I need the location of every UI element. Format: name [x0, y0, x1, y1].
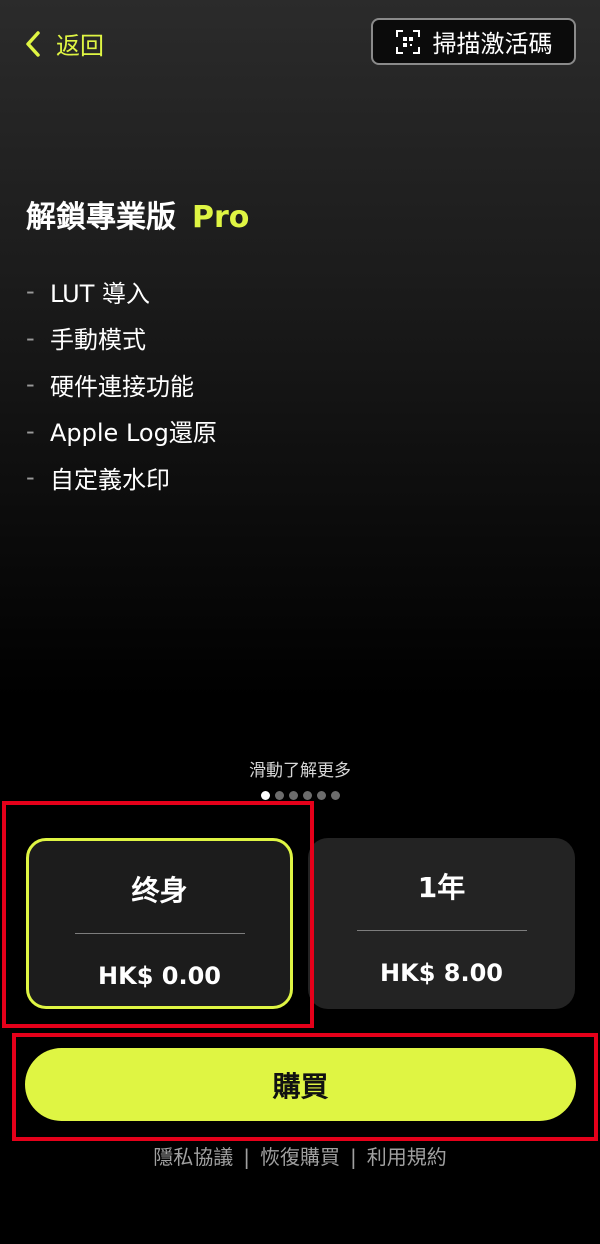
- page-dot: [288, 791, 298, 800]
- dash-text: -: [26, 277, 35, 306]
- separator: |: [243, 1145, 250, 1169]
- page-title: 解鎖專業版 Pro: [26, 192, 249, 236]
- feature-text: Apple Log還原: [50, 419, 217, 448]
- plan-price: HK$ 8.00: [380, 959, 503, 987]
- feature-list: - LUT 導入 - 手動模式 - 硬件連接功能 - Apple Log還原 - 自定義水…: [26, 268, 217, 501]
- page-indicator[interactable]: [0, 791, 600, 800]
- feature-text: 自定義水印: [50, 465, 170, 494]
- feature-item: - 硬件連接功能: [26, 361, 217, 408]
- feature-text: 手動模式: [50, 326, 146, 355]
- feature-item: - 自定義水印: [26, 454, 217, 501]
- feature-item: - 手動模式: [26, 315, 217, 362]
- title-text: 解鎖專業版: [26, 200, 176, 235]
- scan-label: 掃描激活碼: [432, 30, 553, 58]
- divider: [74, 933, 245, 934]
- qr-scan-icon: [395, 29, 420, 54]
- dash-text: -: [26, 463, 35, 492]
- back-label: 返回: [56, 32, 104, 60]
- page-dot: [330, 791, 340, 800]
- swipe-hint: 滑動了解更多: [249, 761, 351, 781]
- feature-text: LUT 導入: [50, 279, 151, 308]
- page-dot: [302, 791, 312, 800]
- pro-badge: Pro: [192, 200, 250, 235]
- dash-text: -: [26, 323, 35, 352]
- chevron-left-icon: [26, 30, 40, 57]
- feature-item: - Apple Log還原: [26, 408, 217, 455]
- plan-price: HK$ 0.00: [98, 962, 221, 990]
- plan-card-yearly[interactable]: 1年 HK$ 8.00: [308, 838, 575, 1009]
- dash-text: -: [26, 370, 35, 399]
- back-button[interactable]: 返回: [24, 26, 104, 61]
- restore-purchase-link[interactable]: 恢復購買: [260, 1145, 340, 1169]
- separator: |: [350, 1145, 357, 1169]
- plan-card-lifetime[interactable]: 终身 HK$ 0.00: [26, 838, 293, 1009]
- dash-text: -: [26, 416, 35, 445]
- buy-button[interactable]: 購買: [25, 1048, 576, 1121]
- divider: [356, 930, 527, 931]
- scan-activation-code-button[interactable]: 掃描激活碼: [371, 18, 576, 65]
- plan-name: 1年: [417, 871, 466, 904]
- privacy-link[interactable]: 隱私協議: [153, 1145, 233, 1169]
- footer-links: 隱私協議 | 恢復購買 | 利用規約: [0, 1141, 600, 1170]
- page-dot: [316, 791, 326, 800]
- terms-link[interactable]: 利用規約: [367, 1145, 447, 1169]
- plan-name: 终身: [131, 874, 188, 907]
- page-dot: [274, 791, 284, 800]
- feature-item: - LUT 導入: [26, 268, 217, 315]
- feature-text: 硬件連接功能: [50, 372, 194, 401]
- page-dot-active: [260, 791, 270, 800]
